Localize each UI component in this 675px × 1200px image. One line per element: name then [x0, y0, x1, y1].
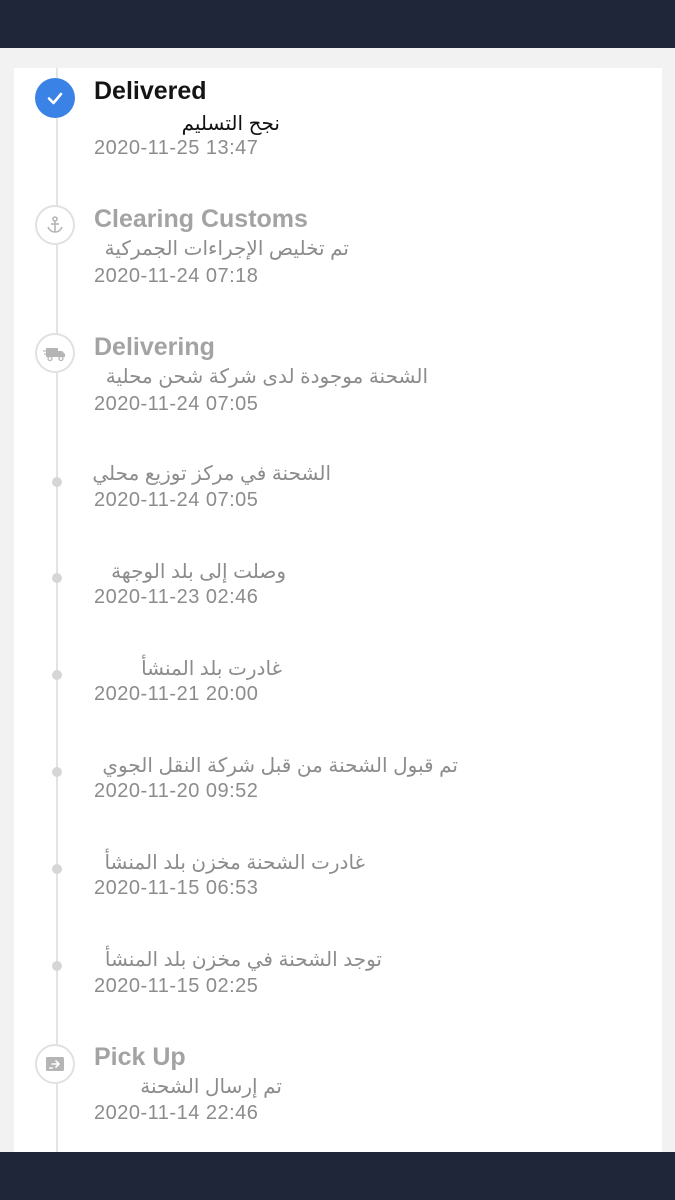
event-title: Delivering [94, 333, 215, 361]
event-title: Pick Up [94, 1043, 186, 1071]
event-description: تم قبول الشحنة من قبل شركة النقل الجوي [102, 755, 458, 777]
timeline-dot [52, 573, 62, 583]
truck-icon [35, 333, 75, 373]
event-description: نجح التسليم [181, 113, 280, 135]
timeline-dot [52, 767, 62, 777]
check-icon [35, 78, 75, 118]
event-description: الشحنة في مركز توزيع محلي [92, 463, 331, 485]
event-time: 2020-11-21 20:00 [94, 683, 259, 705]
event-title: Delivered [94, 77, 207, 105]
timeline-dot [52, 477, 62, 487]
event-description: الشحنة موجودة لدى شركة شحن محلية [105, 366, 428, 388]
top-bar [0, 0, 675, 48]
event-description: وصلت إلى بلد الوجهة [111, 561, 286, 583]
event-time: 2020-11-24 07:05 [94, 393, 259, 415]
event-time: 2020-11-20 09:52 [94, 780, 259, 802]
event-time: 2020-11-24 07:05 [94, 489, 259, 511]
timeline-dot [52, 670, 62, 680]
event-time: 2020-11-24 07:18 [94, 265, 259, 287]
package-icon [35, 1044, 75, 1084]
event-time: 2020-11-25 13:47 [94, 137, 259, 159]
event-description: تم إرسال الشحنة [140, 1076, 282, 1098]
event-time: 2020-11-23 02:46 [94, 586, 259, 608]
event-title: Clearing Customs [94, 205, 308, 233]
event-description: غادرت بلد المنشأ [141, 658, 282, 680]
event-time: 2020-11-15 06:53 [94, 877, 259, 899]
event-description: تم تخليص الإجراءات الجمركية [104, 238, 349, 260]
event-time: 2020-11-14 22:46 [94, 1102, 259, 1124]
anchor-icon [35, 205, 75, 245]
timeline-dot [52, 864, 62, 874]
event-time: 2020-11-15 02:25 [94, 975, 259, 997]
event-description: غادرت الشحنة مخزن بلد المنشأ [104, 852, 365, 874]
timeline-dot [52, 961, 62, 971]
event-description: توجد الشحنة في مخزن بلد المنشأ [104, 949, 382, 971]
bottom-bar [0, 1152, 675, 1200]
